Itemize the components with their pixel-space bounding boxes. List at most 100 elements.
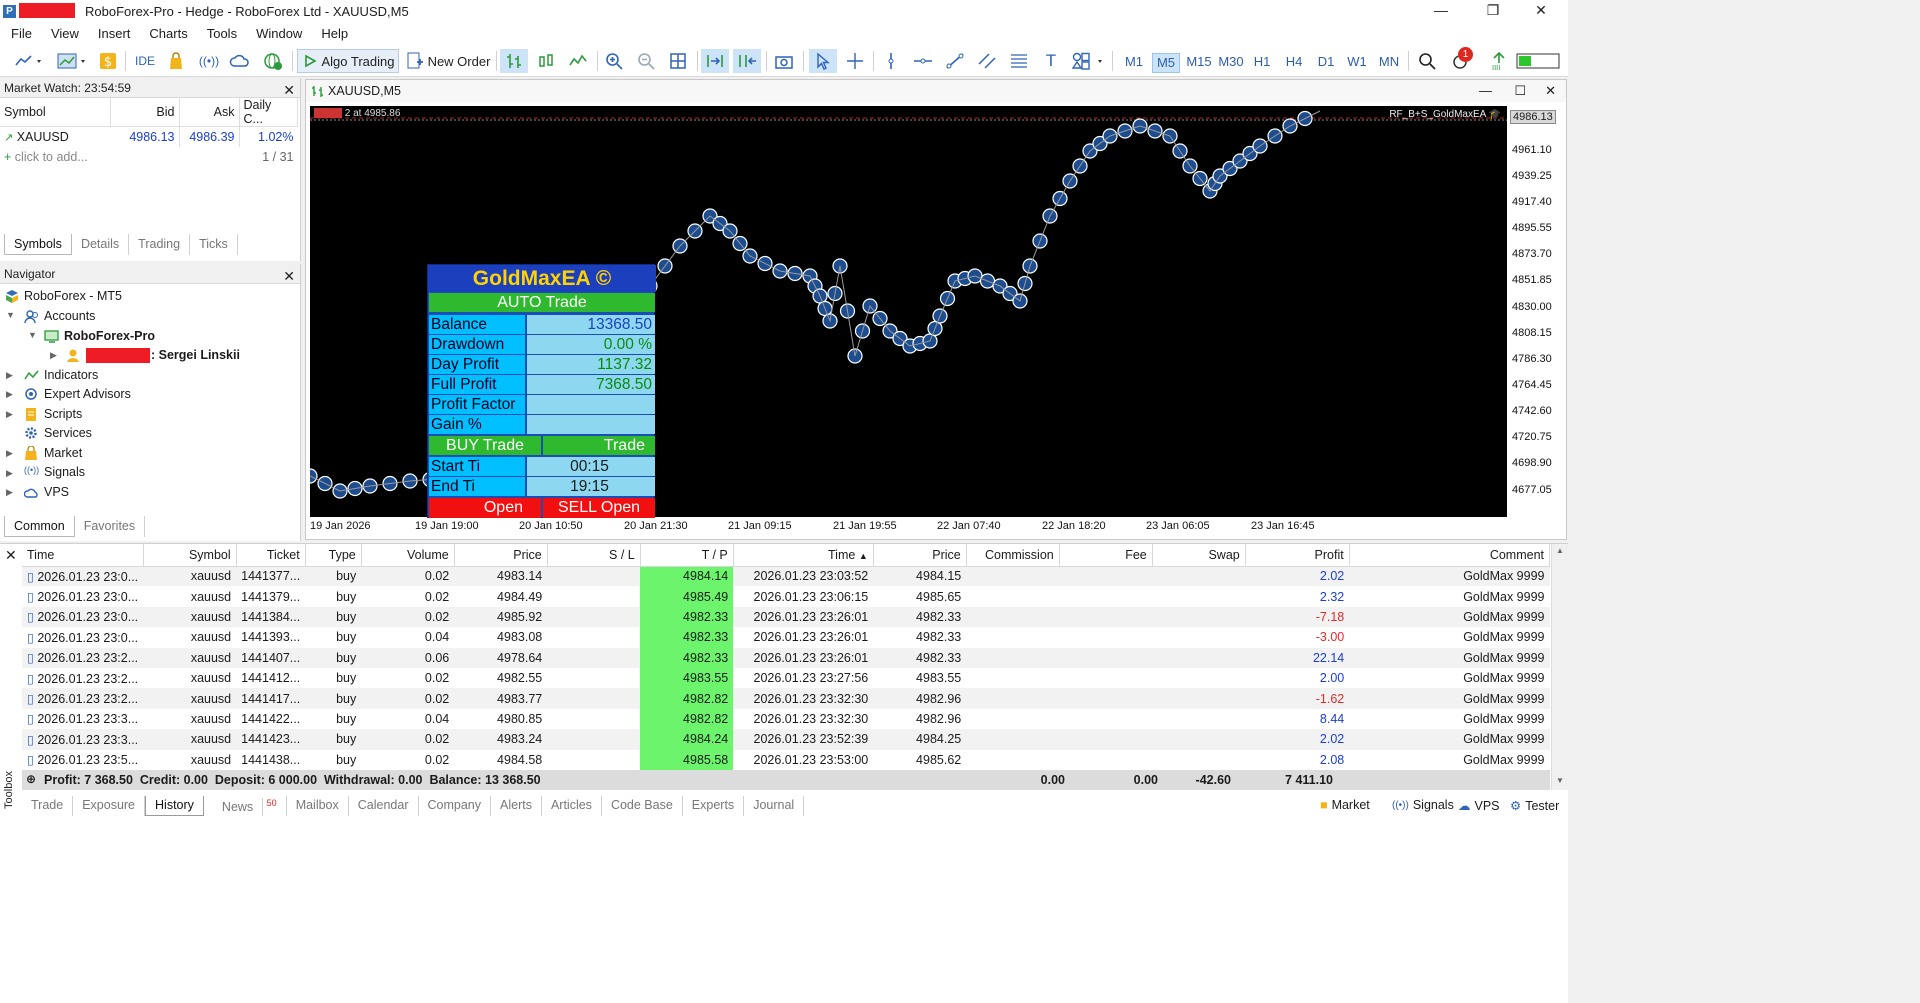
bar-chart-icon[interactable] — [500, 49, 528, 73]
dollar-icon[interactable]: $ — [97, 49, 119, 73]
market-bag-icon[interactable] — [165, 49, 187, 73]
table-row[interactable]: ▯ 2026.01.23 23:2... xauusd 1441407... buy 0… — [22, 647, 1550, 668]
menu-view[interactable]: View — [40, 24, 87, 41]
nav-expert-advisors[interactable]: Expert Advisors — [24, 385, 131, 403]
table-row[interactable]: ▯ 2026.01.23 23:2... xauusd 1441412... buy 0… — [22, 667, 1550, 689]
candlestick-icon[interactable] — [533, 49, 559, 73]
column-header[interactable]: S / L — [547, 544, 641, 567]
timeframe-w1[interactable]: W1 — [1343, 53, 1371, 73]
close-icon[interactable]: ✕ — [283, 80, 295, 100]
timeframe-m30[interactable]: M30 — [1216, 53, 1246, 73]
cursor-icon[interactable] — [809, 49, 837, 73]
column-header[interactable]: Price — [454, 544, 548, 567]
ide-icon[interactable]: IDE — [132, 49, 158, 73]
nav-signals[interactable]: ((•)) Signals — [24, 463, 85, 481]
column-header-sorted[interactable]: Time ▲ — [733, 544, 874, 567]
status-signals[interactable]: ((•)) Signals — [1392, 798, 1454, 812]
timeframe-h4[interactable]: H4 — [1280, 53, 1308, 73]
column-header[interactable]: Fee — [1059, 544, 1153, 567]
tab-details[interactable]: Details — [72, 234, 130, 255]
line-chart-dropdown-icon[interactable] — [10, 49, 48, 73]
timeframe-m5[interactable]: M5 — [1152, 53, 1180, 73]
autoscroll-icon[interactable] — [701, 49, 729, 73]
tab-company[interactable]: Company — [419, 796, 491, 816]
line-chart-icon[interactable] — [565, 49, 591, 73]
tab-journal[interactable]: Journal — [744, 796, 805, 816]
text-tool-icon[interactable]: T — [1038, 49, 1064, 73]
column-header[interactable]: Profit — [1245, 544, 1350, 567]
table-row[interactable]: ▯ 2026.01.23 23:3... xauusd 1441422... buy 0… — [22, 708, 1550, 730]
column-header[interactable]: Bid — [110, 98, 180, 127]
close-icon[interactable]: ✕ — [283, 266, 295, 286]
shapes-dropdown-icon[interactable] — [1070, 49, 1108, 73]
template-dropdown-icon[interactable] — [53, 49, 91, 73]
table-row[interactable]: ▯ 2026.01.23 23:0... xauusd 1441379... buy 0… — [22, 586, 1550, 607]
search-icon[interactable] — [1415, 49, 1439, 73]
table-row[interactable]: ▯ 2026.01.23 23:0... xauusd 1441384... buy 0… — [22, 606, 1550, 628]
nav-vps[interactable]: VPS — [24, 483, 69, 501]
close-button[interactable]: ✕ — [1518, 2, 1564, 22]
column-header[interactable]: Type — [305, 544, 362, 567]
menu-charts[interactable]: Charts — [138, 24, 195, 41]
price-axis[interactable]: 4986.13 4961.10 4939.25 4917.40 4895.55 … — [1508, 106, 1565, 517]
column-header[interactable]: Volume — [361, 544, 455, 567]
column-header[interactable]: Time — [22, 544, 144, 567]
nav-server[interactable]: RoboForex-Pro — [44, 327, 155, 345]
tab-mailbox[interactable]: Mailbox — [287, 796, 349, 816]
algo-trading-button[interactable]: Algo Trading — [297, 49, 399, 73]
minimize-button[interactable]: — — [1418, 2, 1464, 22]
tab-exposure[interactable]: Exposure — [73, 796, 146, 816]
market-watch-row[interactable]: ↗ XAUUSD 4986.13 4986.39 1.02% — [0, 126, 298, 147]
tab-alerts[interactable]: Alerts — [491, 796, 542, 816]
menu-tools[interactable]: Tools — [196, 24, 245, 41]
tab-articles[interactable]: Articles — [542, 796, 602, 816]
nav-root[interactable]: RoboForex - MT5 — [4, 287, 122, 305]
nav-accounts[interactable]: Accounts — [24, 307, 95, 325]
column-header[interactable]: Ticket — [236, 544, 306, 567]
nav-market[interactable]: Market — [24, 444, 82, 462]
zoom-in-icon[interactable] — [601, 49, 627, 73]
add-symbol-row[interactable]: + click to add... 1 / 31 — [0, 147, 298, 167]
column-header[interactable]: Symbol — [0, 98, 111, 127]
tab-trading[interactable]: Trading — [129, 234, 191, 255]
timeframe-m1[interactable]: M1 — [1120, 53, 1148, 73]
table-row[interactable]: ▯ 2026.01.23 23:0... xauusd 1441393... buy 0… — [22, 627, 1550, 648]
nav-indicators[interactable]: Indicators — [24, 366, 98, 384]
nav-services[interactable]: Services — [24, 424, 92, 442]
status-tester[interactable]: ⚙ Tester — [1510, 798, 1559, 814]
chart-close-button[interactable]: ✕ — [1545, 80, 1556, 102]
tab-experts[interactable]: Experts — [683, 796, 745, 816]
table-row[interactable]: ▯ 2026.01.23 23:3... xauusd 1441423... buy 0… — [22, 729, 1550, 750]
crosshair-icon[interactable] — [842, 49, 868, 73]
screenshot-icon[interactable] — [771, 49, 797, 73]
toolbox-close-icon[interactable]: ✕ — [5, 547, 17, 564]
column-header[interactable]: T / P — [640, 544, 734, 567]
chart-minimize-button[interactable]: — — [1479, 80, 1492, 102]
column-header[interactable]: Comment — [1349, 544, 1551, 567]
latency-icon[interactable]: IIII — [1487, 49, 1511, 73]
tab-history[interactable]: History — [145, 796, 204, 816]
zoom-out-icon[interactable] — [633, 49, 659, 73]
tab-symbols[interactable]: Symbols — [4, 234, 72, 255]
maximize-button[interactable]: ❐ — [1470, 2, 1516, 22]
trendline-icon[interactable] — [942, 49, 968, 73]
column-header[interactable]: Symbol — [143, 544, 237, 567]
menu-file[interactable]: File — [0, 24, 40, 41]
timeframe-mn[interactable]: MN — [1375, 53, 1403, 73]
column-header[interactable]: Price — [873, 544, 967, 567]
notifications-icon[interactable]: 1 — [1446, 47, 1474, 73]
fibonacci-icon[interactable] — [1006, 49, 1032, 73]
chart-canvas[interactable]: 2 at 4985.86 RF_B+S_GoldMaxEA 🎓 GoldMaxE… — [310, 106, 1507, 518]
globe-add-icon[interactable] — [260, 49, 286, 73]
signals-icon[interactable]: ((•)) — [197, 49, 221, 73]
menu-help[interactable]: Help — [310, 24, 356, 41]
column-header[interactable]: Ask — [179, 98, 240, 127]
vertical-scrollbar[interactable]: ▲ ▼ — [1551, 544, 1568, 790]
tab-news[interactable]: News 50 — [204, 796, 287, 817]
chart-maximize-button[interactable]: ☐ — [1514, 80, 1526, 102]
vertical-line-icon[interactable] — [878, 49, 904, 73]
menu-insert[interactable]: Insert — [87, 24, 139, 41]
tab-favorites[interactable]: Favorites — [75, 516, 146, 537]
status-market[interactable]: ■ Market — [1320, 798, 1370, 812]
goldmax-sell-open[interactable]: SELL Open — [543, 498, 655, 518]
